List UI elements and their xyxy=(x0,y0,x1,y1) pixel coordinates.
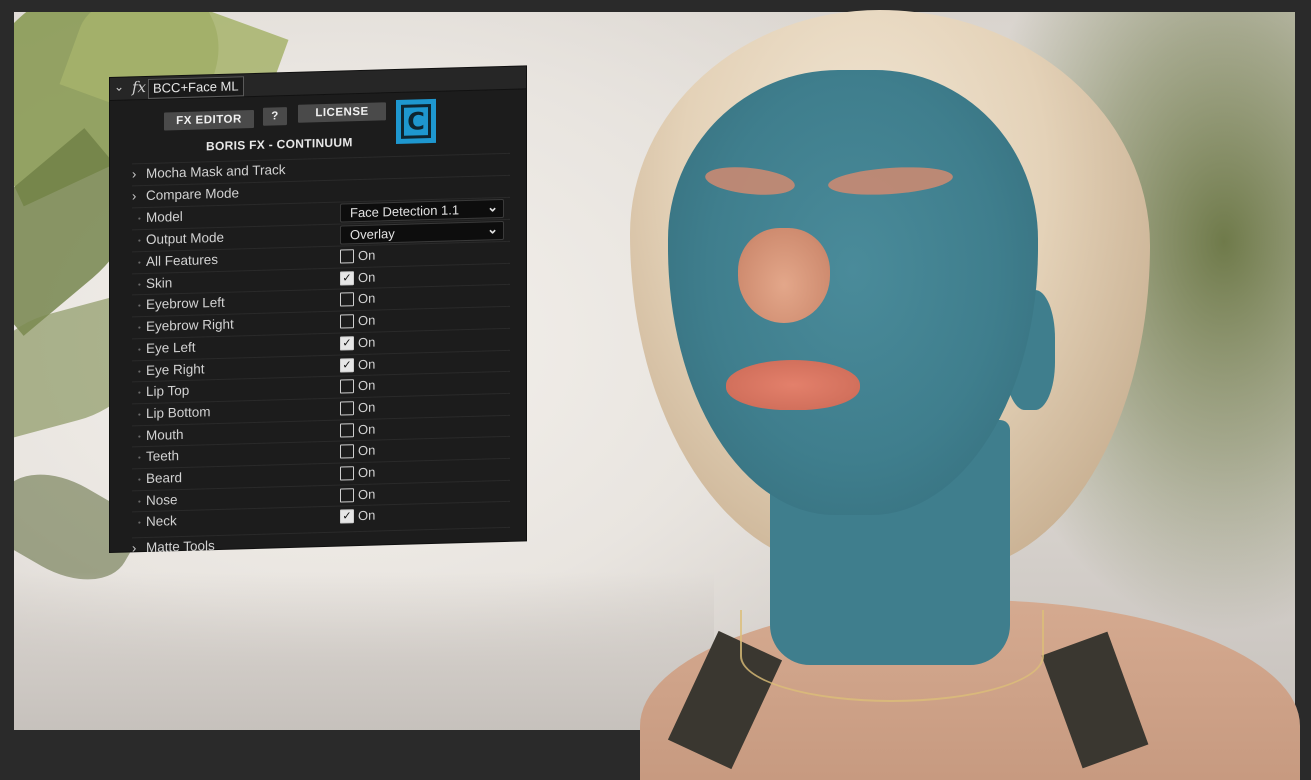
feature-checkbox[interactable] xyxy=(340,422,354,438)
bullet-icon: • xyxy=(138,431,141,441)
collapse-chevron-icon[interactable]: ⌄ xyxy=(114,80,124,94)
expand-chevron-icon[interactable]: › xyxy=(132,188,136,203)
group-label: Compare Mode xyxy=(146,185,240,203)
bullet-icon: • xyxy=(138,453,141,463)
checkbox-on-label: On xyxy=(358,269,376,285)
chevron-down-icon: ⌄ xyxy=(487,221,498,237)
feature-label: Eyebrow Right xyxy=(146,316,234,335)
license-button[interactable]: LICENSE xyxy=(298,102,386,123)
feature-checkbox[interactable]: ✓ xyxy=(340,357,354,373)
feature-label: Neck xyxy=(146,513,177,530)
effect-name-label[interactable]: BCC+Face ML xyxy=(148,76,244,99)
fx-toggle-icon[interactable]: fx xyxy=(132,78,146,96)
checkbox-on-label: On xyxy=(358,377,376,394)
checkbox-on-label: On xyxy=(358,399,376,415)
checkbox-on-label: On xyxy=(358,464,376,481)
feature-checkbox[interactable]: ✓ xyxy=(340,509,354,524)
group-label: Matte Tools xyxy=(146,538,215,555)
checkbox-on-label: On xyxy=(358,290,376,307)
bullet-icon: • xyxy=(138,496,141,506)
feature-checkbox[interactable] xyxy=(340,292,354,307)
feature-label: Lip Top xyxy=(146,382,190,400)
dropdown-value: Overlay xyxy=(350,226,395,243)
expand-chevron-icon[interactable]: › xyxy=(132,540,136,555)
bullet-icon: • xyxy=(138,301,141,311)
effect-controls-panel: ⌄ fx BCC+Face ML FX EDITOR ? LICENSE C B… xyxy=(110,66,526,560)
background-floor xyxy=(14,572,714,730)
help-button[interactable]: ? xyxy=(263,107,287,126)
feature-checkbox[interactable] xyxy=(340,466,354,481)
checkbox-on-label: On xyxy=(358,312,376,329)
feature-label: Eye Left xyxy=(146,339,196,356)
lips-region xyxy=(726,360,860,410)
logo-letter: C xyxy=(401,104,431,139)
nose-region xyxy=(738,228,830,323)
bullet-icon: • xyxy=(138,518,141,528)
feature-label: Teeth xyxy=(146,448,180,465)
checkbox-on-label: On xyxy=(358,507,376,524)
feature-checkbox[interactable]: ✓ xyxy=(340,270,354,286)
dropdown-value: Face Detection 1.1 xyxy=(350,202,460,221)
feature-label: Eye Right xyxy=(146,360,205,378)
feature-checkbox[interactable] xyxy=(340,444,354,459)
feature-checkbox[interactable] xyxy=(340,379,354,394)
fx-editor-button[interactable]: FX EDITOR xyxy=(164,109,254,131)
checkbox-on-label: On xyxy=(358,442,376,459)
bullet-icon: • xyxy=(138,236,141,246)
feature-checkbox[interactable] xyxy=(340,249,354,264)
expand-chevron-icon[interactable]: › xyxy=(132,166,136,181)
feature-checkbox[interactable] xyxy=(340,314,354,329)
checkbox-on-label: On xyxy=(358,486,376,502)
feature-label: Lip Bottom xyxy=(146,404,211,421)
bullet-icon: • xyxy=(138,410,141,420)
group-label: Mocha Mask and Track xyxy=(146,162,286,181)
feature-label: All Features xyxy=(146,251,219,269)
brand-title: BORIS FX - CONTINUUM xyxy=(206,135,353,154)
checkbox-on-label: On xyxy=(358,334,376,350)
checkbox-on-label: On xyxy=(358,247,376,264)
feature-checkbox[interactable] xyxy=(340,487,354,503)
bullet-icon: • xyxy=(138,344,141,355)
chevron-down-icon: ⌄ xyxy=(487,199,498,215)
bullet-icon: • xyxy=(138,475,141,485)
bullet-icon: • xyxy=(138,388,141,398)
bullet-icon: • xyxy=(138,279,141,289)
necklace xyxy=(740,610,1044,702)
bullet-icon: • xyxy=(138,366,141,376)
checkbox-on-label: On xyxy=(358,356,376,372)
bullet-icon: • xyxy=(138,258,141,268)
feature-checkbox[interactable]: ✓ xyxy=(340,335,354,351)
param-label: Model xyxy=(146,208,183,225)
bullet-icon: • xyxy=(138,323,141,333)
bullet-icon: • xyxy=(138,214,141,224)
feature-label: Eyebrow Left xyxy=(146,295,225,313)
feature-label: Beard xyxy=(146,469,183,486)
feature-label: Skin xyxy=(146,274,173,291)
checkbox-on-label: On xyxy=(358,421,376,437)
feature-label: Nose xyxy=(146,491,178,508)
continuum-logo-icon: C xyxy=(396,98,436,145)
feature-checkbox[interactable] xyxy=(340,401,354,416)
param-label: Output Mode xyxy=(146,229,225,247)
feature-label: Mouth xyxy=(146,426,184,443)
